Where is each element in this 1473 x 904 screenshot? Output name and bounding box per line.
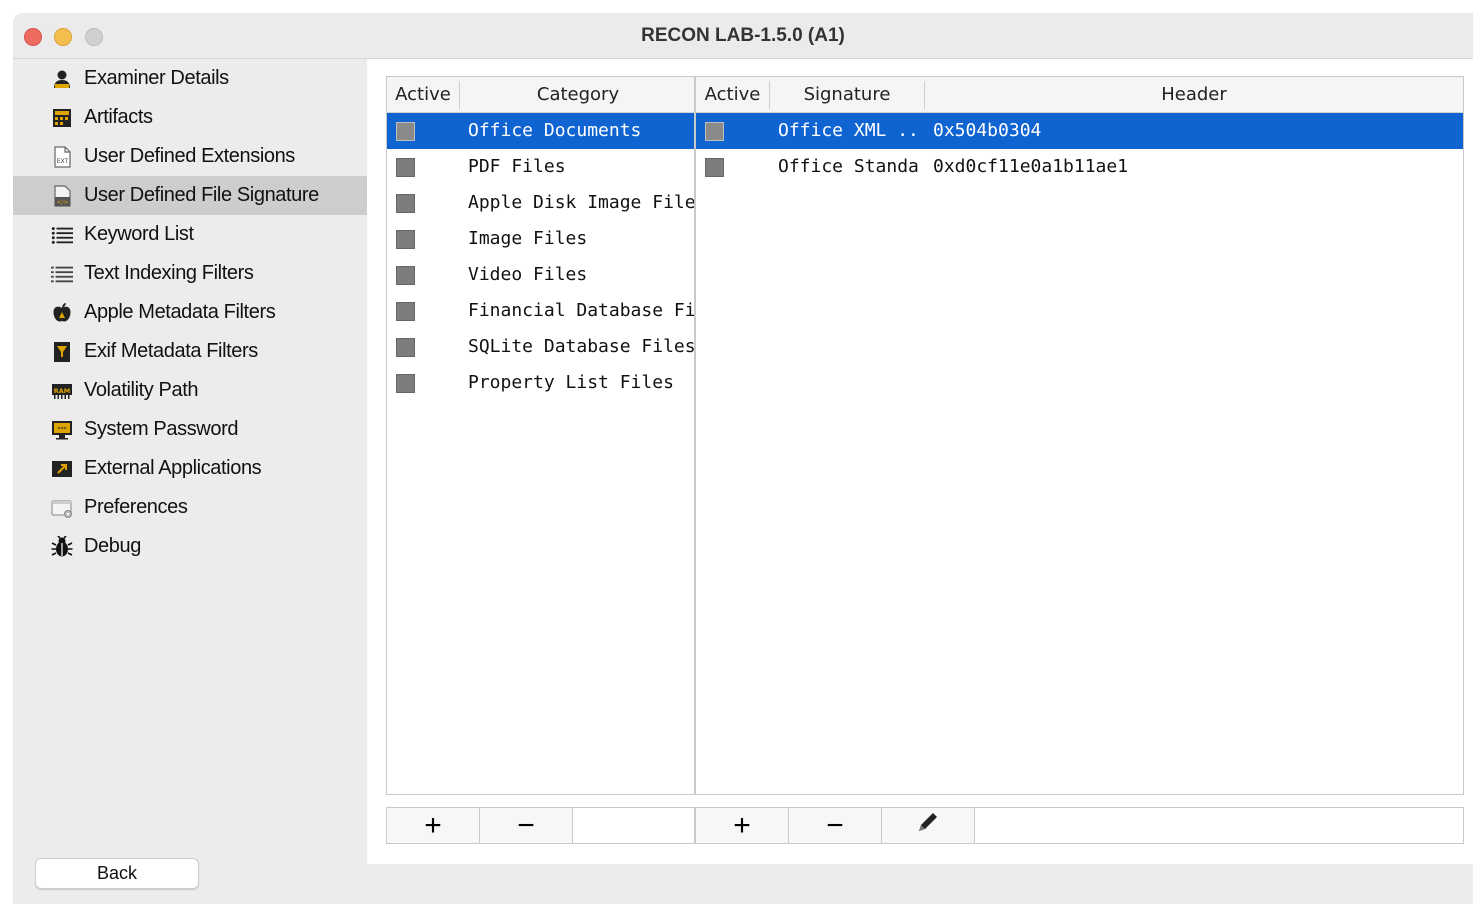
sidebar-item-preferences[interactable]: Preferences [13,488,367,527]
active-checkbox[interactable] [396,122,415,141]
category-toolbar: + − [386,807,695,844]
table-row[interactable]: Apple Disk Image Files [387,185,694,221]
sidebar-item-label: Debug [84,535,141,557]
table-row[interactable]: Financial Database Files [387,293,694,329]
monitor-password-icon: *** [51,419,73,441]
table-row[interactable]: Office Documents [387,113,694,149]
sidebar-item-label: Text Indexing Filters [84,262,254,284]
category-cell: PDF Files [468,156,566,177]
content-area: Active Category Office Documents PDF Fil… [367,59,1473,864]
ram-icon: RAM [51,380,73,402]
add-category-button[interactable]: + [387,808,480,843]
sidebar-item-label: System Password [84,418,239,440]
table-row[interactable]: SQLite Database Files... [387,329,694,365]
signature-cell: Office Standa... [778,156,920,177]
sidebar-item-label: Volatility Path [84,379,199,401]
sidebar-item-label: Apple Metadata Filters [84,301,276,323]
person-icon [51,68,73,90]
external-app-icon [51,458,73,480]
category-cell: Video Files [468,264,588,285]
sidebar-item-external-applications[interactable]: External Applications [13,449,367,488]
ext-file-icon: EXT [51,145,73,168]
apple-icon [51,302,73,324]
sidebar-item-exif-metadata-filters[interactable]: Exif Metadata Filters [13,332,367,371]
pencil-icon [915,809,941,843]
svg-text:***: *** [58,426,67,433]
svg-text:</>: </> [56,199,68,206]
column-header-active[interactable]: Active [387,77,459,113]
sidebar-item-label: Artifacts [84,106,153,128]
column-header-category[interactable]: Category [460,77,696,113]
active-checkbox[interactable] [396,338,415,357]
sidebar-item-apple-metadata-filters[interactable]: Apple Metadata Filters [13,293,367,332]
header-cell: 0xd0cf11e0a1b11ae1 [933,156,1129,177]
signature-table-header: Active Signature Header [696,77,1463,113]
settings-sidebar: Examiner Details Artifacts EXT User Defi… [13,59,367,864]
signature-toolbar: + − [695,807,1464,844]
sidebar-item-text-indexing-filters[interactable]: Text Indexing Filters [13,254,367,293]
sidebar-item-label: Examiner Details [84,67,229,89]
signature-cell: Office XML ... [778,120,918,141]
sidebar-item-label: Keyword List [84,223,194,245]
remove-signature-button[interactable]: − [789,808,882,843]
sidebar-item-keyword-list[interactable]: Keyword List [13,215,367,254]
sidebar-item-examiner-details[interactable]: Examiner Details [13,59,367,98]
category-cell: Financial Database Files [468,300,694,321]
table-row[interactable]: Office Standa... 0xd0cf11e0a1b11ae1 [696,149,1463,185]
add-signature-button[interactable]: + [696,808,789,843]
table-row[interactable]: Office XML ... 0x504b0304 [696,113,1463,149]
remove-category-button[interactable]: − [480,808,573,843]
sidebar-item-label: Preferences [84,496,188,518]
code-file-icon: </> [51,184,73,207]
category-table-header: Active Category [387,77,694,113]
back-button[interactable]: Back [35,858,199,889]
active-checkbox[interactable] [705,122,724,141]
category-cell: Property List Files [468,372,674,393]
sidebar-item-label: User Defined File Signature [84,184,319,206]
category-cell: SQLite Database Files... [468,336,694,357]
sidebar-item-label: External Applications [84,457,262,479]
svg-text:RAM: RAM [54,387,71,395]
category-cell: Image Files [468,228,588,249]
svg-text:EXT: EXT [57,158,69,165]
category-cell: Apple Disk Image Files [468,192,694,213]
lines-icon [51,263,73,285]
table-row[interactable]: Property List Files [387,365,694,401]
column-header-signature[interactable]: Signature [770,77,924,113]
edit-signature-button[interactable] [882,808,975,843]
sidebar-item-artifacts[interactable]: Artifacts [13,98,367,137]
column-header-active[interactable]: Active [696,77,769,113]
table-row[interactable]: Image Files [387,221,694,257]
table-row[interactable]: PDF Files [387,149,694,185]
active-checkbox[interactable] [396,266,415,285]
sidebar-item-user-defined-extensions[interactable]: EXT User Defined Extensions [13,137,367,176]
list-icon [51,224,73,246]
column-header-header[interactable]: Header [925,77,1463,113]
sidebar-item-label: Exif Metadata Filters [84,340,258,362]
active-checkbox[interactable] [396,374,415,393]
sidebar-item-debug[interactable]: Debug [13,527,367,566]
active-checkbox[interactable] [396,194,415,213]
bug-icon [51,535,73,558]
signature-table: Active Signature Header Office XML ... 0… [695,76,1464,795]
sidebar-item-user-defined-file-signature[interactable]: </> User Defined File Signature [13,176,367,215]
title-bar: RECON LAB-1.5.0 (A1) [13,13,1473,59]
sidebar-item-volatility-path[interactable]: RAM Volatility Path [13,371,367,410]
active-checkbox[interactable] [396,230,415,249]
category-table: Active Category Office Documents PDF Fil… [386,76,695,795]
exif-icon [51,341,73,363]
active-checkbox[interactable] [396,158,415,177]
preferences-icon [51,497,73,519]
header-cell: 0x504b0304 [933,120,1042,141]
window-title: RECON LAB-1.5.0 (A1) [641,25,845,46]
table-row[interactable]: Video Files [387,257,694,293]
sidebar-item-label: User Defined Extensions [84,145,295,167]
active-checkbox[interactable] [705,158,724,177]
active-checkbox[interactable] [396,302,415,321]
sidebar-item-system-password[interactable]: *** System Password [13,410,367,449]
artifacts-icon [51,107,73,129]
app-window: RECON LAB-1.5.0 (A1) Examiner Details Ar… [13,13,1473,904]
category-cell: Office Documents [468,120,642,141]
